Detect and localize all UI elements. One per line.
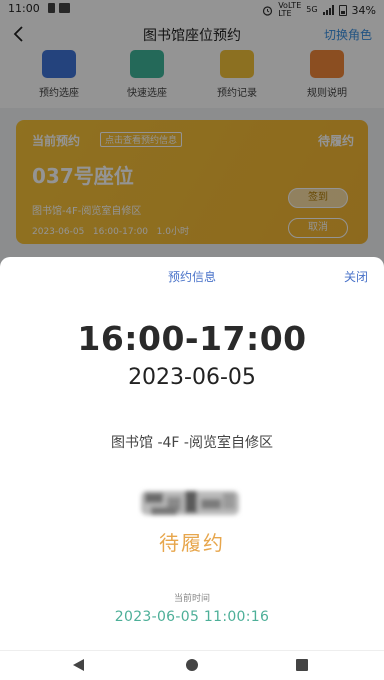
nav-recent-apps-icon[interactable] — [296, 659, 308, 671]
system-nav-bar — [0, 650, 384, 680]
reservation-info-sheet: 预约信息 关闭 16:00-17:00 2023-06-05 图书馆 -4F -… — [0, 257, 384, 650]
nav-home-icon[interactable] — [186, 659, 198, 671]
close-button[interactable]: 关闭 — [344, 268, 368, 285]
nav-back-icon[interactable] — [73, 659, 84, 671]
reservation-status: 待履约 — [159, 531, 225, 555]
reservation-location: 图书馆 -4F -阅览室自修区 — [111, 435, 273, 451]
sheet-title: 预约信息 — [167, 270, 216, 284]
current-time-value: 2023-06-05 11:00:16 — [114, 609, 270, 625]
blurred-qr-image — [141, 491, 239, 515]
reservation-time-range: 16:00-17:00 — [77, 319, 307, 358]
reservation-date: 2023-06-05 — [128, 365, 256, 390]
current-time-label: 当前时间 — [173, 594, 210, 604]
